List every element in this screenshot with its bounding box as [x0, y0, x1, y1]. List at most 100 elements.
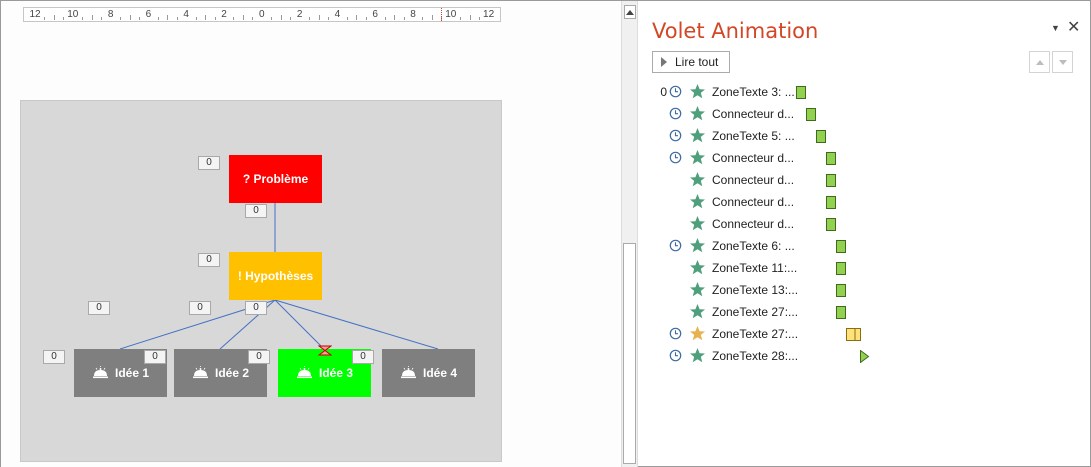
- timeline-bar[interactable]: [836, 306, 847, 319]
- animation-order-tag[interactable]: 0: [245, 204, 267, 218]
- animation-item[interactable]: Connecteur d...: [639, 147, 1090, 169]
- ruler-tick: [422, 17, 424, 20]
- animation-order-tag[interactable]: 0: [198, 253, 220, 267]
- ruler-number: 10: [445, 9, 457, 20]
- timeline-bar[interactable]: [816, 130, 827, 143]
- idea-label: Idée 3: [318, 366, 354, 380]
- animation-item[interactable]: Connecteur d...: [639, 213, 1090, 235]
- play-icon: [661, 57, 667, 67]
- slide[interactable]: ? Problème ! Hypothèses Idée 1 Idée 2 Id…: [20, 100, 502, 462]
- hypotheses-label: ! Hypothèses: [237, 269, 314, 283]
- animation-item[interactable]: ZoneTexte 27:...: [639, 301, 1090, 323]
- ruler-number: 12: [29, 9, 41, 20]
- animation-label: Connecteur d...: [712, 195, 795, 209]
- play-all-button[interactable]: Lire tout: [652, 51, 730, 73]
- probleme-textbox[interactable]: ? Problème: [229, 155, 322, 203]
- move-earlier-button[interactable]: [1029, 51, 1050, 73]
- timeline-bar[interactable]: [806, 108, 817, 121]
- close-icon[interactable]: ✕: [1067, 17, 1080, 37]
- motion-path-marker-icon[interactable]: [318, 345, 332, 357]
- animation-item[interactable]: ZoneTexte 27:...: [639, 323, 1090, 345]
- animation-label: ZoneTexte 5: ...: [712, 129, 795, 143]
- ruler-number: 6: [145, 9, 152, 20]
- emphasis-star-icon: [690, 326, 705, 341]
- timeline-bar[interactable]: [860, 350, 870, 363]
- animation-item[interactable]: ZoneTexte 6: ...: [639, 235, 1090, 257]
- ruler-number: 2: [296, 9, 303, 20]
- ruler-tick: [252, 17, 254, 20]
- ruler-tick: [384, 17, 386, 20]
- ruler-tick: [101, 17, 103, 20]
- slide-canvas: 12 10 8 6 4 2 0 2 4 6 8 10 12 ? Problème ! Hypothèse…: [1, 1, 621, 467]
- ruler-tick: [460, 17, 462, 20]
- ruler-number: 4: [334, 9, 341, 20]
- animation-order-tag[interactable]: 0: [144, 350, 166, 364]
- ruler-tick: [167, 15, 169, 20]
- ruler-tick: [205, 15, 207, 20]
- timeline-bar[interactable]: [846, 328, 862, 341]
- animation-item[interactable]: Connecteur d...: [639, 103, 1090, 125]
- ruler-tick: [129, 15, 131, 20]
- ruler-tick: [365, 17, 367, 20]
- timeline-bar[interactable]: [826, 152, 837, 165]
- ruler-tick: [394, 15, 396, 20]
- ruler-tick: [271, 17, 273, 20]
- animation-order-tag[interactable]: 0: [245, 301, 267, 315]
- animation-item[interactable]: ZoneTexte 13:...: [639, 279, 1090, 301]
- entrance-star-icon: [690, 194, 705, 209]
- animation-list: 0 ZoneTexte 3: ... Connecteur d... ZoneText…: [639, 81, 1090, 367]
- vertical-scrollbar[interactable]: [621, 1, 638, 467]
- ruler-tick: [403, 17, 405, 20]
- probleme-label: ? Problème: [242, 172, 309, 186]
- pane-options-icon[interactable]: ▼: [1051, 23, 1060, 33]
- ruler-tick: [176, 17, 178, 20]
- animation-order-tag[interactable]: 0: [248, 350, 270, 364]
- idea-4-textbox[interactable]: Idée 4: [382, 349, 475, 397]
- clock-icon: [669, 349, 682, 362]
- animation-label: ZoneTexte 3: ...: [712, 85, 795, 99]
- ruler-number: 8: [410, 9, 416, 20]
- ruler-number: 10: [67, 9, 79, 20]
- animation-item[interactable]: ZoneTexte 11:...: [639, 257, 1090, 279]
- entrance-star-icon: [690, 348, 705, 363]
- timeline-bar[interactable]: [836, 262, 847, 275]
- horizontal-ruler[interactable]: 12 10 8 6 4 2 0 2 4 6 8 10 12: [23, 7, 501, 22]
- ruler-tick: [290, 17, 292, 20]
- ruler-number: 4: [183, 9, 189, 20]
- ruler-cursor-marker: [441, 8, 442, 21]
- timeline-bar[interactable]: [836, 284, 847, 297]
- service-bell-icon: [296, 366, 312, 379]
- clock-icon: [669, 107, 682, 120]
- timeline-bar[interactable]: [826, 218, 837, 231]
- animation-label: ZoneTexte 6: ...: [712, 239, 795, 253]
- animation-order-tag[interactable]: 0: [198, 156, 220, 170]
- ruler-number: 0: [259, 9, 265, 20]
- timeline-bar[interactable]: [796, 86, 807, 99]
- animation-label: Connecteur d...: [712, 217, 795, 231]
- animation-item[interactable]: ZoneTexte 5: ...: [639, 125, 1090, 147]
- ruler-tick: [346, 17, 348, 20]
- scroll-thumb[interactable]: [623, 243, 636, 464]
- animation-order-tag[interactable]: 0: [88, 301, 110, 315]
- animation-item[interactable]: Connecteur d...: [639, 191, 1090, 213]
- ruler-tick: [431, 15, 433, 20]
- ruler-tick: [195, 17, 197, 20]
- hypotheses-textbox[interactable]: ! Hypothèses: [229, 252, 322, 300]
- move-later-button[interactable]: [1052, 51, 1073, 73]
- animation-order-tag[interactable]: 0: [352, 350, 374, 364]
- animation-label: ZoneTexte 27:...: [712, 327, 799, 341]
- timeline-bar[interactable]: [826, 196, 837, 209]
- entrance-star-icon: [690, 84, 705, 99]
- animation-order-tag[interactable]: 0: [189, 301, 211, 315]
- ruler-tick: [318, 15, 320, 20]
- animation-item[interactable]: 0 ZoneTexte 3: ...: [639, 81, 1090, 103]
- ruler-tick: [138, 17, 140, 20]
- timeline-bar[interactable]: [836, 240, 847, 253]
- scroll-up-button[interactable]: [624, 5, 636, 19]
- animation-item[interactable]: ZoneTexte 28:...: [639, 345, 1090, 367]
- ruler-number: 12: [483, 9, 495, 20]
- ruler-number: 2: [221, 9, 227, 20]
- timeline-bar[interactable]: [826, 174, 837, 187]
- animation-item[interactable]: Connecteur d...: [639, 169, 1090, 191]
- animation-order-tag[interactable]: 0: [43, 350, 65, 364]
